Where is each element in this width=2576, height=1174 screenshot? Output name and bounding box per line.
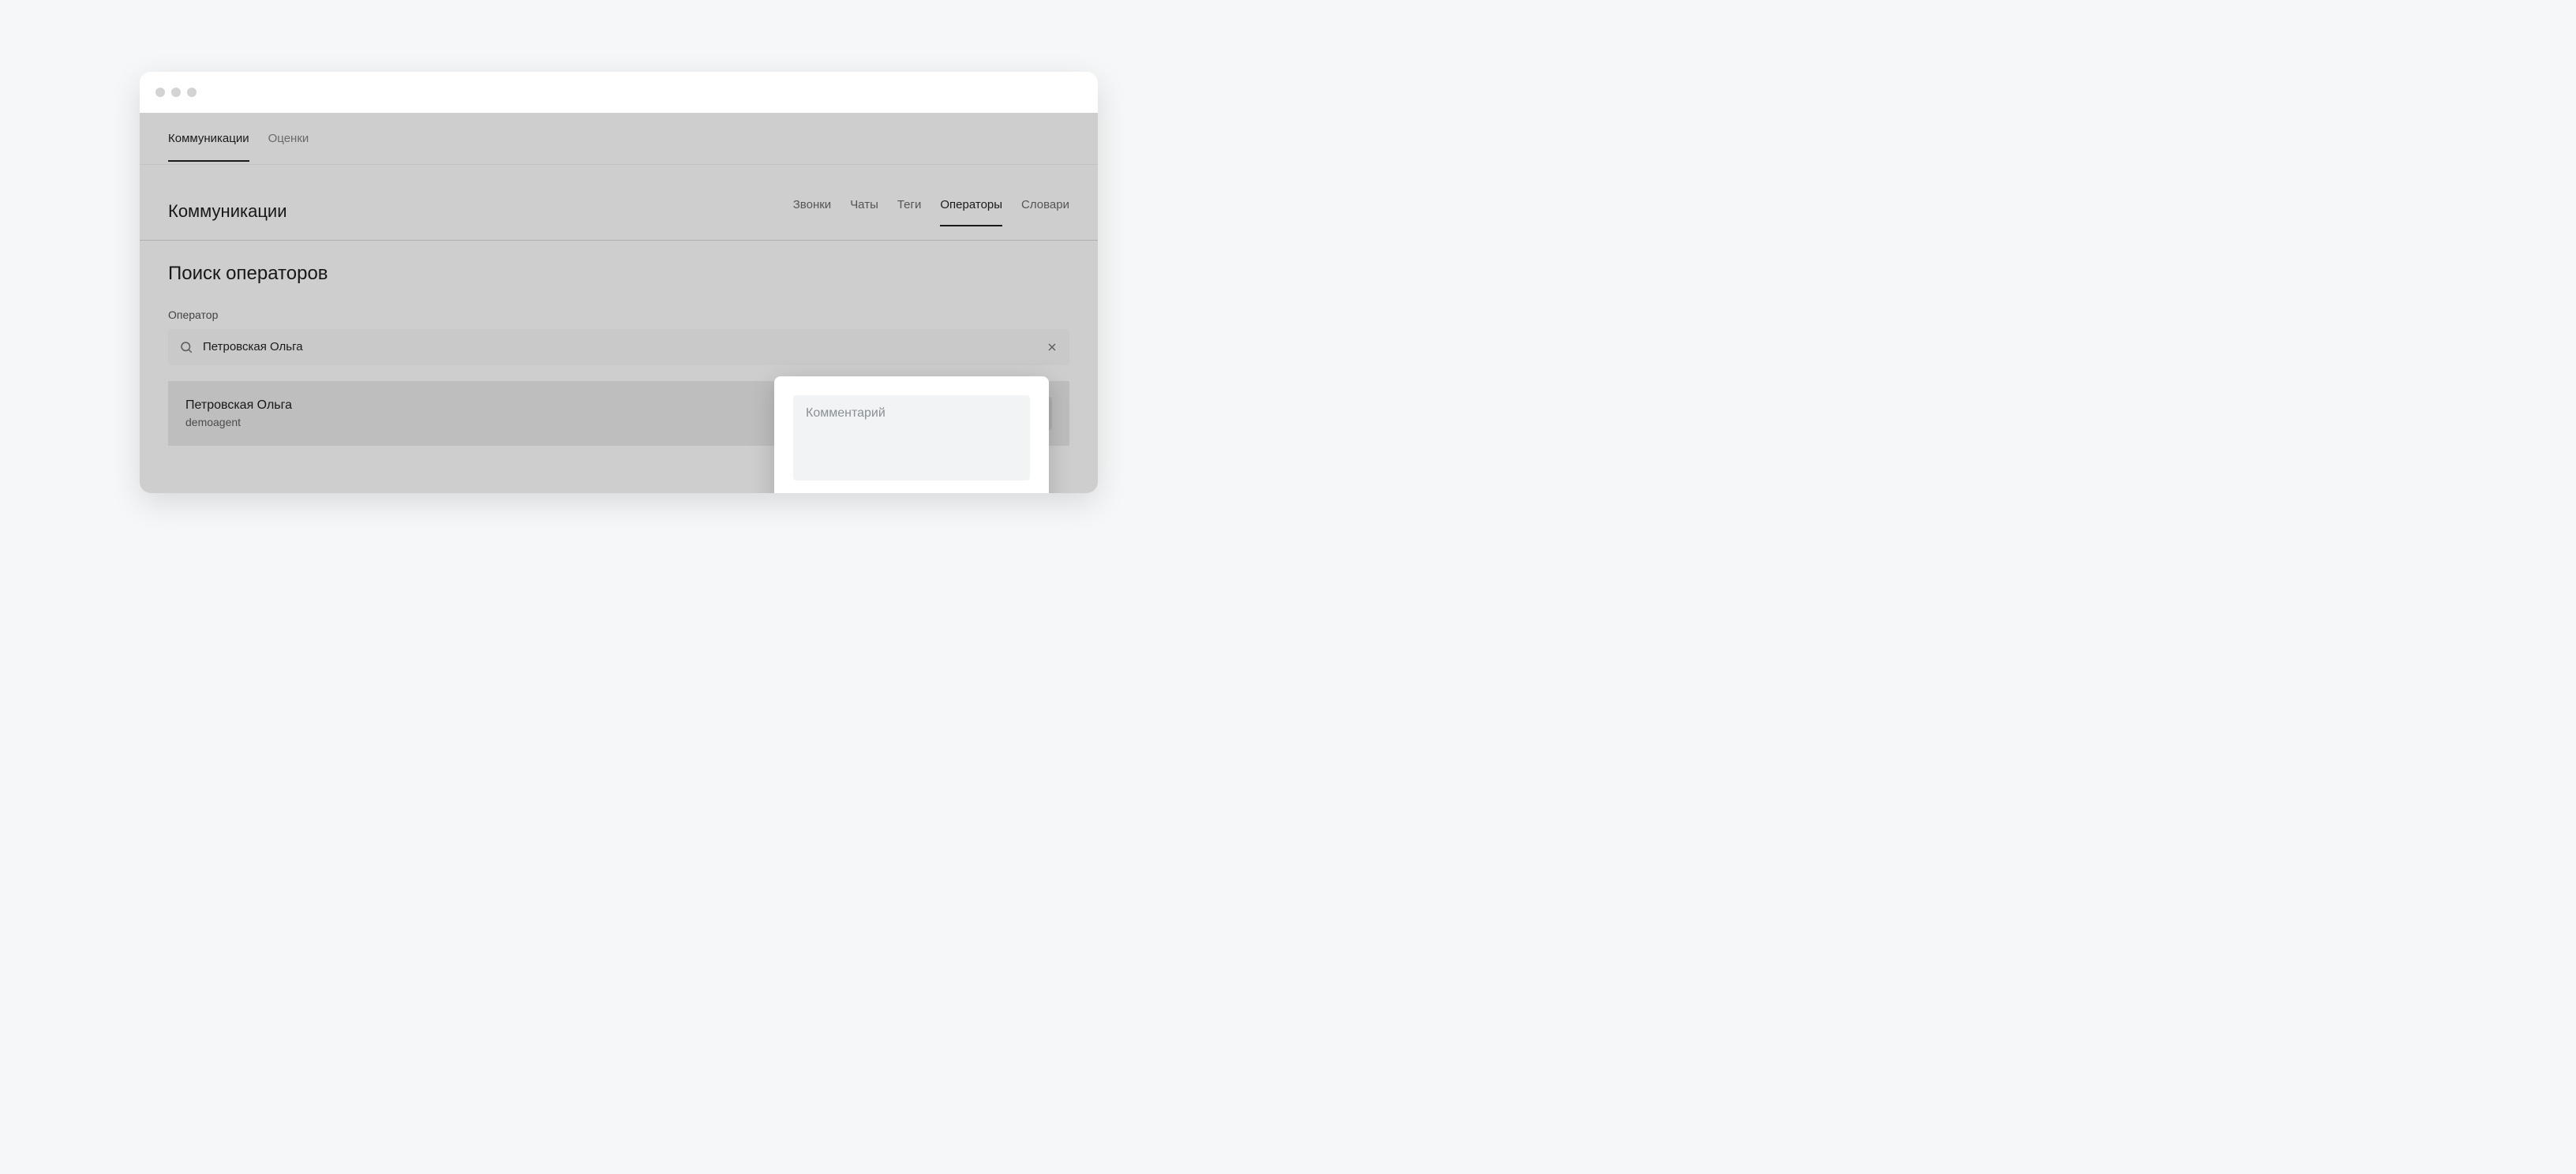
result-name: Петровская Ольга <box>185 398 292 413</box>
tab-communications[interactable]: Коммуникации <box>168 114 249 162</box>
stage: Коммуникации Оценки Коммуникации Звонки … <box>0 0 1237 564</box>
subtab-chats[interactable]: Чаты <box>850 198 878 226</box>
tab-ratings[interactable]: Оценки <box>268 114 309 162</box>
subtab-dictionaries[interactable]: Словари <box>1021 198 1069 226</box>
section-title: Поиск операторов <box>168 263 1069 285</box>
window-close-dot[interactable] <box>155 88 165 97</box>
page-title: Коммуникации <box>168 201 287 222</box>
app-window: Коммуникации Оценки Коммуникации Звонки … <box>140 72 1098 493</box>
top-nav: Коммуникации Оценки <box>140 113 1098 165</box>
search-icon <box>179 340 193 354</box>
search-label: Оператор <box>168 308 1069 321</box>
sub-nav: Звонки Чаты Теги Операторы Словари <box>793 198 1069 226</box>
result-login: demoagent <box>185 416 292 428</box>
comment-popover: Отправить <box>774 376 1049 493</box>
operator-search-input[interactable]: Петровская Ольга <box>168 329 1069 365</box>
comment-textarea[interactable] <box>793 395 1030 480</box>
page-header: Коммуникации Звонки Чаты Теги Операторы … <box>140 165 1098 241</box>
window-minimize-dot[interactable] <box>171 88 181 97</box>
window-maximize-dot[interactable] <box>187 88 197 97</box>
search-value: Петровская Ольга <box>203 340 1036 353</box>
subtab-calls[interactable]: Звонки <box>793 198 831 226</box>
result-info: Петровская Ольга demoagent <box>185 398 292 428</box>
subtab-operators[interactable]: Операторы <box>940 198 1002 226</box>
titlebar <box>140 72 1098 113</box>
clear-icon[interactable] <box>1046 341 1058 353</box>
subtab-tags[interactable]: Теги <box>897 198 922 226</box>
